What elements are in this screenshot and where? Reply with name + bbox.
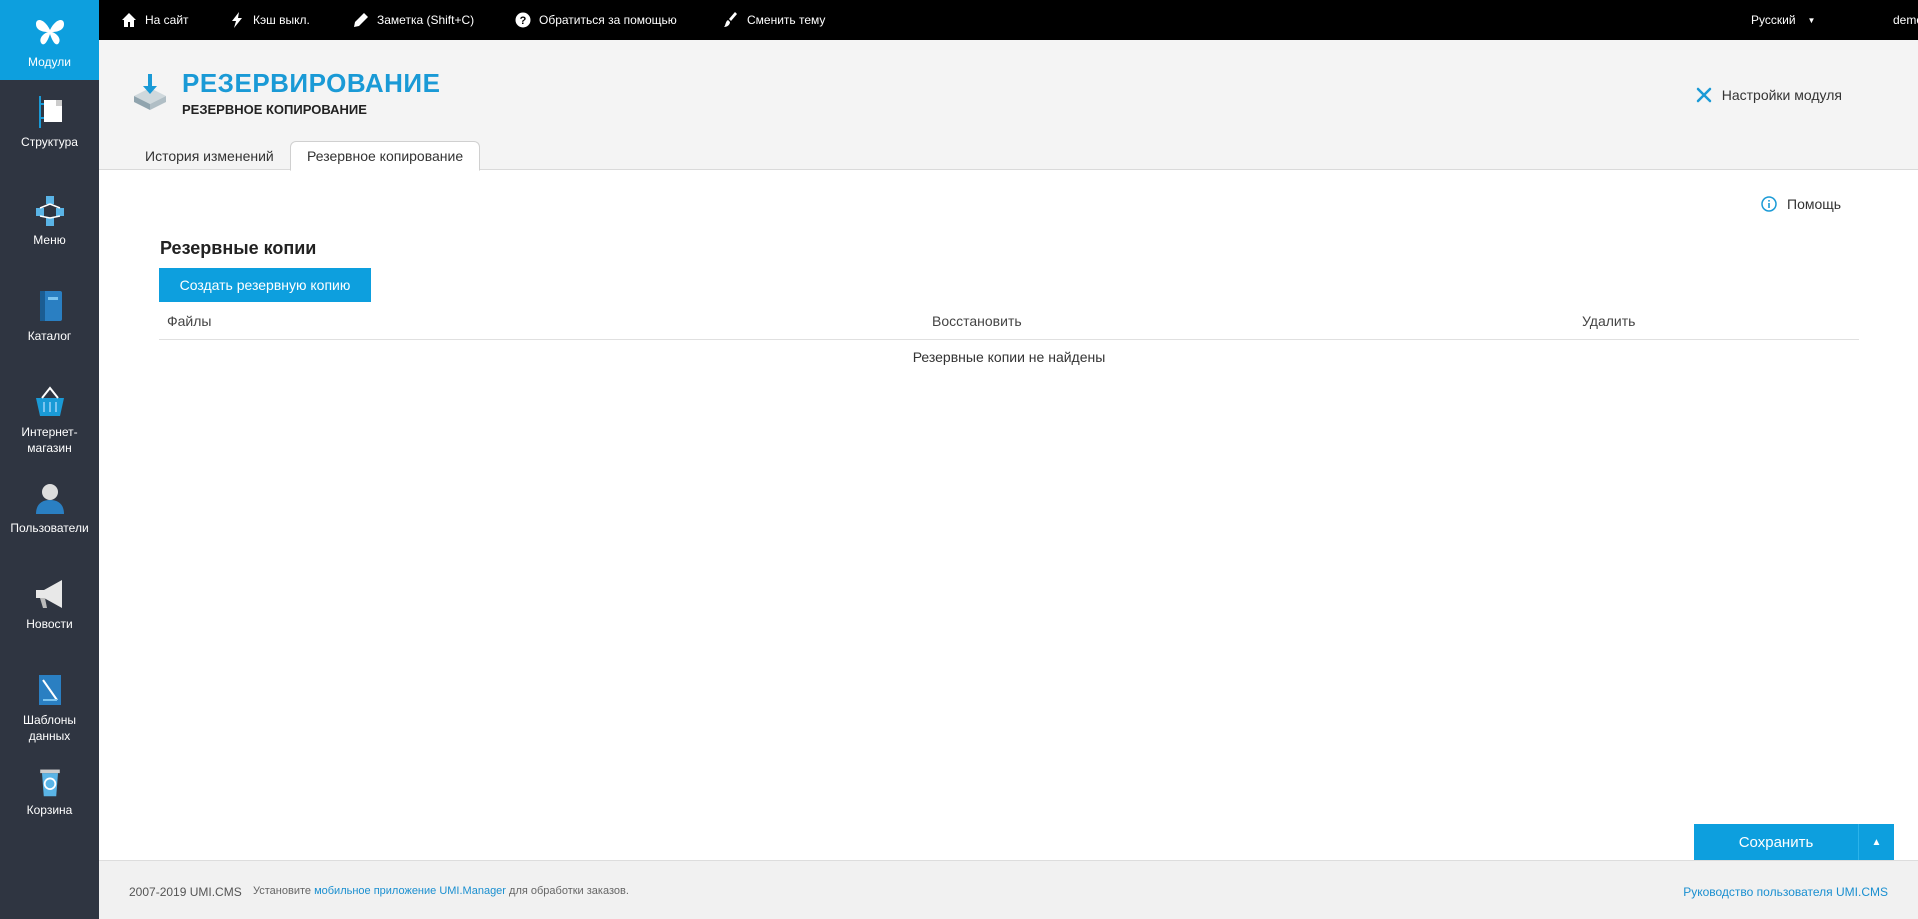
sidebar-item-news[interactable]: Новости [0,576,99,632]
tab-change-history[interactable]: История изменений [129,141,290,171]
note-button[interactable]: Заметка (Shift+C) [353,0,474,40]
sidebar-item-label: Модули [28,55,71,69]
page-header: РЕЗЕРВИРОВАНИЕ РЕЗЕРВНОЕ КОПИРОВАНИЕ Нас… [99,40,1918,171]
tab-label: История изменений [145,148,274,164]
user-icon [35,484,64,514]
info-icon [1761,196,1777,212]
sidebar: Модули Структура Меню Каталог Интернет- … [0,0,99,919]
tab-label: Резервное копирование [307,148,464,164]
column-header-files: Файлы [167,313,212,329]
megaphone-icon [35,580,62,608]
caret-down-icon: ▼ [1807,15,1816,25]
top-bar: На сайт Кэш выкл. Заметка (Shift+C) ? Об… [99,0,1918,40]
sidebar-item-data-templates[interactable]: Шаблоны данных [0,672,99,744]
install-app-note: Установите мобильное приложение UMI.Mana… [253,885,629,897]
caret-up-icon: ▲ [1871,836,1882,848]
page-title: РЕЗЕРВИРОВАНИЕ [182,68,441,98]
column-header-restore: Восстановить [932,313,1022,329]
save-button-group: Сохранить ▲ [1694,824,1894,860]
sidebar-item-label: Меню [33,233,66,247]
install-prefix: Установите [253,885,315,897]
mobile-app-link[interactable]: мобильное приложение UMI.Manager [314,885,506,897]
help-label: Помощь [1787,196,1842,212]
lightning-icon [232,12,242,28]
user-name: demo [1893,13,1918,27]
table-header-divider [159,339,1859,340]
structure-icon [38,96,62,128]
question-circle-icon: ? [515,12,531,28]
empty-table-message: Резервные копии не найдены [912,349,1106,365]
change-theme-button[interactable]: Сменить тему [723,0,825,40]
sidebar-item-catalog[interactable]: Каталог [0,288,99,344]
recycle-bin-icon [39,769,60,797]
sidebar-item-structure[interactable]: Структура [0,94,99,150]
menu-tree-icon [35,196,64,226]
module-settings-label: Настройки модуля [1721,87,1842,103]
sidebar-item-menu[interactable]: Меню [0,192,99,248]
shop-basket-icon [35,386,64,416]
column-header-delete: Удалить [1582,313,1636,329]
user-menu[interactable]: demo ▼ [1893,0,1918,40]
data-template-icon [38,675,61,705]
brush-icon [724,12,737,27]
change-theme-label: Сменить тему [747,13,826,27]
go-to-site-label: На сайт [145,13,189,27]
note-label: Заметка (Shift+C) [377,13,475,27]
footer: 2007-2019 UMI.CMS Установите мобильное п… [99,860,1918,919]
save-options-toggle[interactable]: ▲ [1858,824,1894,860]
sidebar-item-label: Корзина [26,803,73,817]
sidebar-item-label: Интернет- магазин [21,425,78,455]
save-button[interactable]: Сохранить [1694,824,1858,860]
go-to-site-link[interactable]: На сайт [121,0,189,40]
sidebar-item-label: Новости [26,617,73,631]
svg-text:?: ? [520,15,527,27]
copyright: 2007-2019 UMI.CMS [129,885,242,899]
sidebar-item-label: Структура [21,135,78,149]
sidebar-item-shop[interactable]: Интернет- магазин [0,384,99,456]
help-request-label: Обратиться за помощью [539,13,677,27]
sidebar-item-trash[interactable]: Корзина [0,766,99,818]
install-suffix: для обработки заказов. [505,885,629,897]
home-icon [122,13,136,27]
sidebar-item-label: Пользователи [10,521,89,535]
cache-label: Кэш выкл. [253,13,310,27]
tools-icon [1696,87,1711,103]
module-settings-link[interactable]: Настройки модуля [1696,87,1842,103]
page-subtitle: РЕЗЕРВНОЕ КОПИРОВАНИЕ [182,102,367,117]
catalog-book-icon [39,291,62,321]
sidebar-item-users[interactable]: Пользователи [0,480,99,536]
sidebar-item-label: Каталог [27,329,72,343]
sidebar-item-label: Шаблоны данных [22,713,77,743]
help-link[interactable]: Помощь [1761,196,1841,212]
language-label: Русский [1751,13,1796,27]
create-backup-button[interactable]: Создать резервную копию [159,268,371,302]
backup-icon [134,74,166,110]
tab-backup[interactable]: Резервное копирование [290,141,481,171]
user-manual-link[interactable]: Руководство пользователя UMI.CMS [1683,885,1888,899]
language-select[interactable]: Русский ▼ [1751,0,1815,40]
butterfly-icon [35,20,64,45]
pencil-icon [354,13,368,27]
cache-toggle[interactable]: Кэш выкл. [229,0,310,40]
help-request-button[interactable]: ? Обратиться за помощью [515,0,677,40]
section-title: Резервные копии [160,238,317,258]
sidebar-item-modules[interactable]: Модули [0,0,99,80]
